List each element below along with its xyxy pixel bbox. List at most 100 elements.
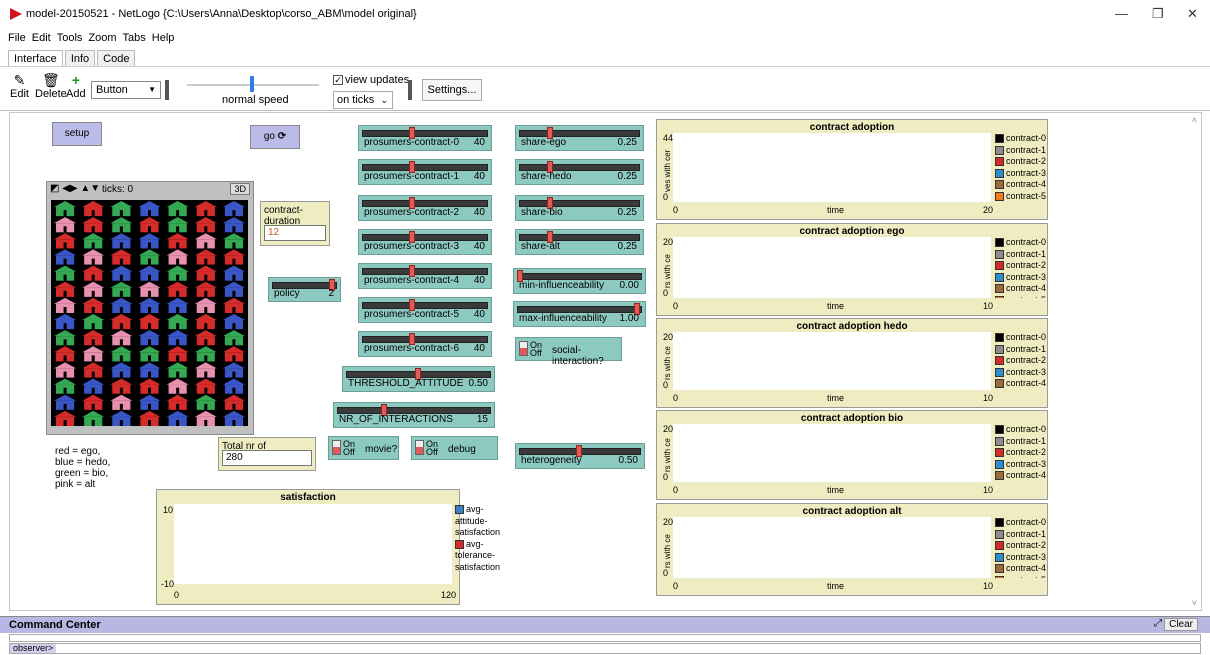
share-ego-slider[interactable]: share-ego 0.25 [515, 125, 644, 151]
switch-label: debug [448, 444, 476, 455]
tab-info[interactable]: Info [64, 50, 96, 67]
contract-adoption-hedo-plot[interactable]: contract adoption hedo rs with ce 20 0 0 time… [656, 318, 1048, 408]
slider-track[interactable] [517, 273, 642, 280]
restore-button[interactable]: ❐ [1152, 6, 1164, 22]
view-controls-icon[interactable]: ◩ ◀▶ ▲▼ [50, 183, 100, 194]
clear-button[interactable]: Clear [1164, 618, 1198, 631]
house-door [176, 290, 180, 297]
max-influenceability-slider[interactable]: max-influenceability 1.00 [513, 301, 646, 327]
slider-track[interactable] [519, 164, 640, 171]
prosumers-contract-4-slider[interactable]: prosumers-contract-4 40 [358, 263, 492, 289]
contract-duration-input[interactable]: contract-duration 12 [260, 201, 330, 246]
legend-entry: contract-4 [995, 378, 1046, 390]
nr-of-interactions-slider[interactable]: NR_OF_INTERACTIONS 15 [333, 402, 495, 428]
scroll-up-icon[interactable]: ˄ [1192, 115, 1197, 125]
menu-edit[interactable]: Edit [32, 32, 51, 44]
debug-switch[interactable]: On Off debug [411, 436, 498, 460]
expand-icon[interactable]: ⤢ [1154, 618, 1162, 629]
house-roof [194, 281, 217, 288]
command-input[interactable]: observer> [9, 643, 1201, 654]
plot-xmax: 10 [983, 581, 994, 591]
tab-interface[interactable]: Interface [8, 50, 63, 67]
slider-track[interactable] [362, 234, 488, 241]
prosumers-contract-1-slider[interactable]: prosumers-contract-1 40 [358, 159, 492, 185]
slider-track[interactable] [337, 407, 491, 414]
plot-area [673, 332, 991, 390]
slider-track[interactable] [362, 302, 488, 309]
house-door [204, 290, 208, 297]
total-prosumers-input[interactable]: Total nr of prosumers 280 [218, 437, 316, 471]
prosumers-contract-3-slider[interactable]: prosumers-contract-3 40 [358, 229, 492, 255]
observer-prompt[interactable]: observer> [10, 644, 57, 653]
go-button[interactable]: go ⟳ [250, 125, 300, 149]
switch-toggle[interactable] [415, 440, 424, 455]
menu-help[interactable]: Help [152, 32, 175, 44]
slider-value: 2 [328, 288, 334, 299]
3d-button[interactable]: 3D [230, 183, 250, 195]
slider-label: prosumers-contract-5 [364, 309, 460, 320]
satisfaction-plot-title: satisfaction [280, 492, 336, 503]
view-updates-checkbox[interactable]: ✓ view updates [333, 74, 409, 86]
slider-track[interactable] [362, 200, 488, 207]
tab-code[interactable]: Code [97, 50, 136, 67]
slider-track[interactable] [362, 268, 488, 275]
dropdown-arrow-icon: ▼ [148, 85, 156, 94]
slider-track[interactable] [362, 336, 488, 343]
contract-duration-field[interactable]: 12 [264, 225, 326, 241]
update-mode-select[interactable]: on ticks ⌄ [333, 91, 393, 109]
setup-button[interactable]: setup [52, 122, 102, 146]
slider-track[interactable] [519, 234, 640, 241]
prosumers-contract-0-slider[interactable]: prosumers-contract-0 40 [358, 125, 492, 151]
house-door [148, 339, 151, 346]
share-bio-slider[interactable]: share-bio 0.25 [515, 195, 644, 221]
contract-adoption-alt-plot[interactable]: contract adoption alt rs with ce 20 0 0 time 1… [656, 503, 1048, 596]
house-roof [138, 410, 161, 417]
contract-adoption-ego-plot[interactable]: contract adoption ego rs with ce 20 0 0 time 1… [656, 223, 1048, 316]
total-prosumers-field[interactable]: 280 [222, 450, 312, 466]
switch-toggle[interactable] [519, 341, 528, 356]
interface-canvas: setup go ⟳ ◩ ◀▶ ▲▼ ticks: 0 3D red = ego… [9, 112, 1202, 611]
policy-slider[interactable]: policy 2 [268, 277, 341, 302]
house-door [91, 290, 95, 297]
speed-slider-thumb[interactable] [250, 76, 254, 92]
world-patches[interactable] [51, 200, 248, 426]
contract-adoption-plot[interactable]: contract adoption ves with cer 44 0 0 time 20 c… [656, 119, 1048, 220]
slider-track[interactable] [362, 164, 488, 171]
menu-file[interactable]: File [8, 32, 26, 44]
switch-toggle[interactable] [332, 440, 341, 455]
movie-switch[interactable]: On Off movie? [328, 436, 399, 460]
house-door [91, 387, 95, 394]
slider-track[interactable] [362, 130, 488, 137]
scroll-down-icon[interactable]: ˅ [1192, 598, 1197, 608]
slider-track[interactable] [519, 200, 640, 207]
prosumers-contract-6-slider[interactable]: prosumers-contract-6 40 [358, 331, 492, 357]
delete-tool[interactable]: 🗑 Delete [35, 72, 67, 100]
min-influenceability-slider[interactable]: min-influenceability 0.00 [513, 268, 646, 294]
widget-type-select[interactable]: Button ▼ [91, 81, 161, 99]
threshold-attitude-slider[interactable]: THRESHOLD_ATTITUDE 0.50 [342, 366, 495, 392]
menu-zoom[interactable]: Zoom [88, 32, 116, 44]
share-alt-slider[interactable]: share-alt 0.25 [515, 229, 644, 255]
social-interaction-switch[interactable]: On Off social-interaction? [515, 337, 622, 367]
menu-tools[interactable]: Tools [57, 32, 83, 44]
contract-adoption-bio-plot[interactable]: contract adoption bio rs with ce 20 0 0 time 1… [656, 410, 1048, 500]
house-roof [82, 201, 105, 207]
settings-button[interactable]: Settings... [422, 79, 482, 101]
heterogeneity-slider[interactable]: heterogeneity 0.50 [515, 443, 645, 469]
minimize-button[interactable]: — [1115, 6, 1128, 21]
satisfaction-plot[interactable]: satisfaction 10 -10 0 120 avg-attitude-s… [156, 489, 500, 605]
house-door [232, 307, 236, 313]
prosumers-contract-2-slider[interactable]: prosumers-contract-2 40 [358, 195, 492, 221]
prosumers-contract-5-slider[interactable]: prosumers-contract-5 40 [358, 297, 492, 323]
house-door [63, 339, 67, 346]
slider-track[interactable] [517, 306, 642, 313]
plot-y-axis-label: rs with ce [663, 438, 672, 472]
close-button[interactable]: ✕ [1187, 6, 1198, 22]
world-view[interactable]: ◩ ◀▶ ▲▼ ticks: 0 3D [46, 181, 254, 435]
add-tool[interactable]: + Add [66, 72, 86, 100]
share-hedo-slider[interactable]: share-hedo 0.25 [515, 159, 644, 185]
slider-track[interactable] [519, 130, 640, 137]
edit-tool[interactable]: ✎ Edit [10, 72, 29, 100]
legend-swatch [995, 134, 1004, 144]
menu-tabs[interactable]: Tabs [123, 32, 146, 44]
